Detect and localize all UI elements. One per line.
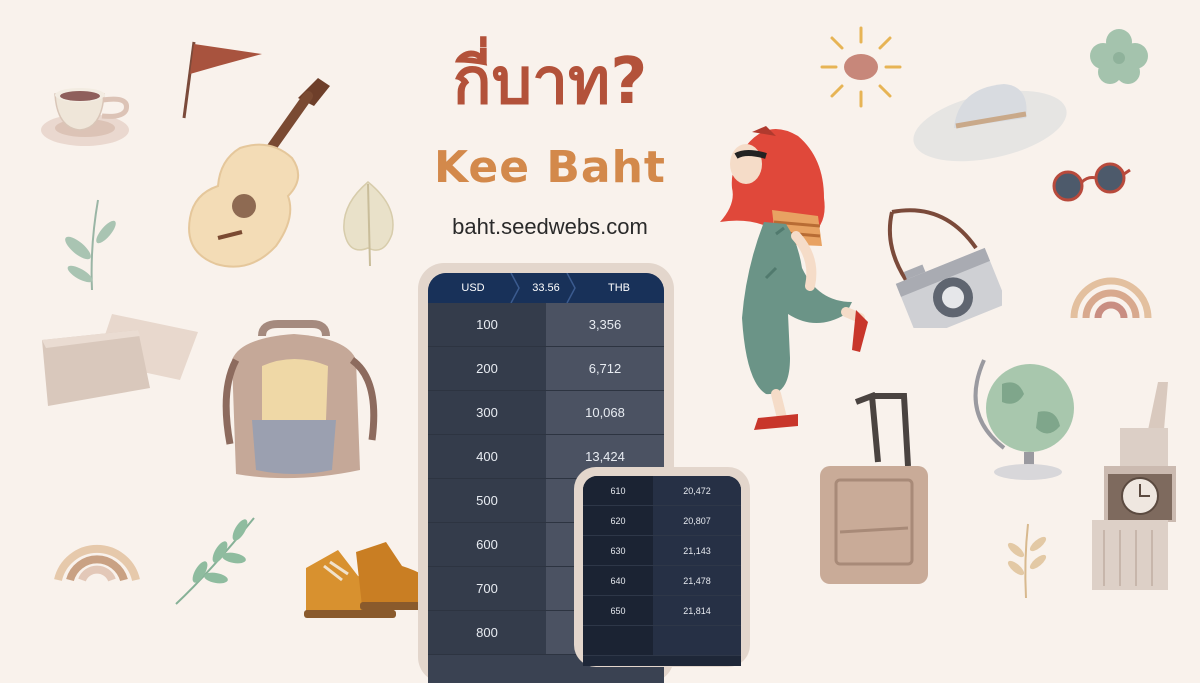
amount-cell: 100 (428, 303, 546, 346)
teacup-icon (40, 82, 136, 154)
amount-cell: 640 (583, 566, 653, 595)
table-row[interactable]: 200 6,712 (428, 347, 664, 391)
big-ben-icon (1086, 380, 1178, 590)
result-cell (653, 626, 741, 655)
table-row[interactable]: 100 3,356 (428, 303, 664, 347)
result-cell: 3,356 (546, 303, 664, 346)
flower-icon (1088, 28, 1150, 86)
wheat-icon (1000, 520, 1050, 600)
result-cell: 20,472 (653, 476, 741, 505)
sunglasses-icon (1052, 158, 1132, 208)
sunhat-icon (910, 76, 1070, 164)
amount-cell: 400 (428, 435, 546, 478)
amount-cell: 650 (583, 596, 653, 625)
guitar-icon (180, 68, 350, 278)
table-row[interactable]: 650 21,814 (583, 596, 741, 626)
amount-cell: 200 (428, 347, 546, 390)
suitcase-icon (816, 392, 936, 592)
amount-cell: 700 (428, 567, 546, 610)
to-currency-button[interactable]: THB (574, 273, 664, 303)
converter-zoom-screen: 610 20,472 620 20,807 630 21,143 640 21,478 … (583, 476, 741, 666)
phone-mockup-zoom: 610 20,472 620 20,807 630 21,143 640 21,478 … (574, 467, 750, 667)
amount-cell (583, 626, 653, 655)
table-row[interactable] (583, 626, 741, 656)
camera-icon (884, 206, 1002, 328)
sun-icon (818, 24, 904, 110)
amount-cell: 800 (428, 611, 546, 654)
amount-cell: 610 (583, 476, 653, 505)
app-title-english: Kee Baht (434, 142, 666, 193)
amount-cell: 600 (428, 523, 546, 566)
table-row[interactable]: 630 21,143 (583, 536, 741, 566)
amount-cell: 620 (583, 506, 653, 535)
result-cell: 20,807 (653, 506, 741, 535)
sprig-icon-2 (170, 512, 260, 608)
result-cell: 21,143 (653, 536, 741, 565)
globe-icon (968, 348, 1080, 482)
exchange-rate-field[interactable]: 33.56 (518, 273, 576, 303)
table-row[interactable]: 300 10,068 (428, 391, 664, 435)
backpack-icon (222, 320, 382, 482)
books-icon (32, 310, 204, 410)
rainbow-icon-2 (1068, 256, 1154, 320)
table-row[interactable]: 610 20,472 (583, 476, 741, 506)
result-cell: 10,068 (546, 391, 664, 434)
rainbow-icon (52, 508, 142, 584)
result-cell: 21,814 (653, 596, 741, 625)
site-url: baht.seedwebs.com (452, 214, 648, 239)
leaf-icon (338, 178, 400, 268)
amount-cell: 500 (428, 479, 546, 522)
converter-header: USD 33.56 THB (428, 273, 664, 303)
from-currency-button[interactable]: USD (428, 273, 520, 303)
from-currency-label: USD (461, 282, 485, 294)
to-currency-label: THB (608, 282, 630, 294)
app-title-thai: กี่บาท? (452, 45, 648, 119)
amount-cell: 630 (583, 536, 653, 565)
sprig-icon (58, 196, 122, 292)
table-row[interactable]: 620 20,807 (583, 506, 741, 536)
amount-cell: 300 (428, 391, 546, 434)
result-cell: 21,478 (653, 566, 741, 595)
exchange-rate-value: 33.56 (532, 282, 560, 294)
result-cell: 6,712 (546, 347, 664, 390)
table-row[interactable]: 640 21,478 (583, 566, 741, 596)
